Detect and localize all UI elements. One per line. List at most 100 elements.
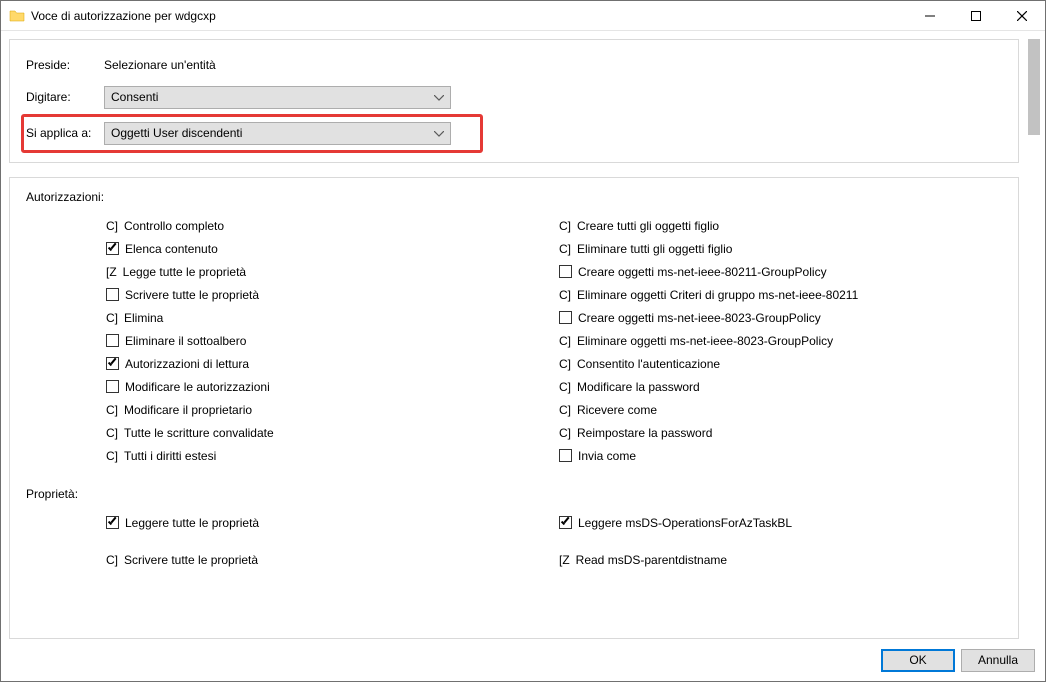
- principal-row: Preside: Selezionare un'entità: [26, 52, 1002, 78]
- list-item: C] Modificare il proprietario: [106, 398, 549, 421]
- item-label: Legge tutte le proprietà: [123, 265, 246, 279]
- item-label: Eliminare tutti gli oggetti figlio: [577, 242, 732, 256]
- list-item: C] Ricevere come: [559, 398, 1002, 421]
- item-label: Leggere tutte le proprietà: [125, 516, 259, 530]
- titlebar: Voce di autorizzazione per wdgcxp: [1, 1, 1045, 31]
- applies-to-value: Oggetti User discendenti: [111, 126, 430, 140]
- properties-label: Proprietà:: [26, 487, 1002, 501]
- checkbox-glyph[interactable]: [Z: [106, 265, 117, 279]
- properties-col-left: Leggere tutte le proprietà C] Scrivere tut…: [26, 511, 549, 571]
- permissions-col-left: C] Controllo completo Elenca contenuto [Z Le…: [26, 214, 549, 467]
- list-item: [ZRead msDS-parentdistname: [559, 548, 1002, 571]
- checkbox-glyph[interactable]: C]: [559, 334, 571, 348]
- list-item: C] Tutti i diritti estesi: [106, 444, 549, 467]
- item-label: Tutti i diritti estesi: [124, 449, 216, 463]
- item-label: Creare oggetti ms-net-ieee-80211-GroupPo…: [578, 265, 827, 279]
- item-label: Elimina: [124, 311, 163, 325]
- item-label: Autorizzazioni di lettura: [125, 357, 249, 371]
- permissions-panel: Autorizzazioni: C]Controllo completoElen…: [9, 177, 1019, 639]
- principal-label: Preside:: [26, 58, 104, 72]
- item-label: Elenca contenuto: [125, 242, 218, 256]
- list-item: C]Eliminare oggetti ms-net-ieee-8023-Gro…: [559, 329, 1002, 352]
- chevron-down-icon: [434, 90, 444, 104]
- checkbox-glyph[interactable]: C]: [106, 403, 118, 417]
- item-label: Scrivere tutte le proprietà: [125, 288, 259, 302]
- checkbox-glyph[interactable]: C]: [559, 242, 571, 256]
- vertical-scrollbar[interactable]: [1027, 39, 1041, 631]
- dialog-window: Voce di autorizzazione per wdgcxp Presid…: [0, 0, 1046, 682]
- select-principal-link[interactable]: Selezionare un'entità: [104, 58, 216, 72]
- item-label: Creare oggetti ms-net-ieee-8023-GroupPol…: [578, 311, 821, 325]
- list-item: C] Eliminare tutti gli oggetti figlio: [559, 237, 1002, 260]
- item-label: Invia come: [578, 449, 636, 463]
- item-label: Modificare il proprietario: [124, 403, 252, 417]
- list-item: C] Consentito l'autenticazione: [559, 352, 1002, 375]
- list-item: Eliminare il sottoalbero: [106, 329, 549, 352]
- client-area: Preside: Selezionare un'entità Digitare:…: [1, 31, 1045, 639]
- permissions-col-right: C]Creare tutti gli oggetti figlioC]Elimi…: [549, 214, 1002, 467]
- applies-to-label: Si applica a:: [26, 126, 104, 140]
- checkbox-glyph[interactable]: C]: [559, 219, 571, 233]
- applies-to-row: Si applica a: Oggetti User discendenti: [26, 120, 1002, 146]
- list-item: C] Modificare la password: [559, 375, 1002, 398]
- top-panel: Preside: Selezionare un'entità Digitare:…: [9, 39, 1019, 163]
- item-label: Modificare la password: [577, 380, 700, 394]
- item-label: Scrivere tutte le proprietà: [124, 553, 258, 567]
- checkbox[interactable]: [106, 242, 119, 255]
- checkbox[interactable]: [559, 516, 572, 529]
- checkbox[interactable]: [106, 288, 119, 301]
- checkbox[interactable]: [106, 516, 119, 529]
- list-item: Leggere msDS-OperationsForAzTaskBL: [559, 511, 1002, 534]
- close-button[interactable]: [999, 1, 1045, 30]
- checkbox-glyph[interactable]: C]: [559, 380, 571, 394]
- minimize-button[interactable]: [907, 1, 953, 30]
- list-item: C] Scrivere tutte le proprietà: [106, 548, 549, 571]
- list-item: Modificare le autorizzazioni: [106, 375, 549, 398]
- checkbox[interactable]: [106, 380, 119, 393]
- list-item: Leggere tutte le proprietà: [106, 511, 549, 534]
- list-item: C] Eliminare oggetti Criteri di gruppo ms…: [559, 283, 1002, 306]
- list-item: C] Elimina: [106, 306, 549, 329]
- ok-button[interactable]: OK: [881, 649, 955, 672]
- applies-to-combobox[interactable]: Oggetti User discendenti: [104, 122, 451, 145]
- item-label: Controllo completo: [124, 219, 224, 233]
- list-item: [Z Legge tutte le proprietà: [106, 260, 549, 283]
- type-label: Digitare:: [26, 90, 104, 104]
- checkbox-glyph[interactable]: C]: [106, 311, 118, 325]
- list-item: Creare oggetti ms-net-ieee-80211-GroupPo…: [559, 260, 1002, 283]
- maximize-button[interactable]: [953, 1, 999, 30]
- item-label: Eliminare oggetti Criteri di gruppo ms-n…: [577, 288, 858, 302]
- item-label: Consentito l'autenticazione: [577, 357, 720, 371]
- checkbox-glyph[interactable]: C]: [106, 553, 118, 567]
- item-label: Ricevere come: [577, 403, 657, 417]
- checkbox[interactable]: [106, 357, 119, 370]
- list-item: Creare oggetti ms-net-ieee-8023-GroupPol…: [559, 306, 1002, 329]
- cancel-button[interactable]: Annulla: [961, 649, 1035, 672]
- chevron-down-icon: [434, 126, 444, 140]
- list-item: Autorizzazioni di lettura: [106, 352, 549, 375]
- item-label: Eliminare il sottoalbero: [125, 334, 246, 348]
- checkbox-glyph[interactable]: C]: [559, 288, 571, 302]
- checkbox[interactable]: [559, 449, 572, 462]
- item-label: Tutte le scritture convalidate: [124, 426, 274, 440]
- checkbox[interactable]: [559, 311, 572, 324]
- list-item: Elenca contenuto: [106, 237, 549, 260]
- checkbox-glyph[interactable]: [Z: [559, 553, 570, 567]
- list-item: C] Reimpostare la password: [559, 421, 1002, 444]
- list-item: C] Tutte le scritture convalidate: [106, 421, 549, 444]
- type-combobox[interactable]: Consenti: [104, 86, 451, 109]
- window-title: Voce di autorizzazione per wdgcxp: [31, 9, 907, 23]
- checkbox[interactable]: [559, 265, 572, 278]
- window-controls: [907, 1, 1045, 30]
- checkbox-glyph[interactable]: C]: [559, 357, 571, 371]
- checkbox-glyph[interactable]: C]: [106, 219, 118, 233]
- item-label: Modificare le autorizzazioni: [125, 380, 270, 394]
- item-label: Reimpostare la password: [577, 426, 712, 440]
- checkbox-glyph[interactable]: C]: [106, 449, 118, 463]
- checkbox-glyph[interactable]: C]: [559, 403, 571, 417]
- type-row: Digitare: Consenti: [26, 84, 1002, 110]
- checkbox-glyph[interactable]: C]: [559, 426, 571, 440]
- scrollbar-thumb[interactable]: [1028, 39, 1040, 135]
- checkbox[interactable]: [106, 334, 119, 347]
- checkbox-glyph[interactable]: C]: [106, 426, 118, 440]
